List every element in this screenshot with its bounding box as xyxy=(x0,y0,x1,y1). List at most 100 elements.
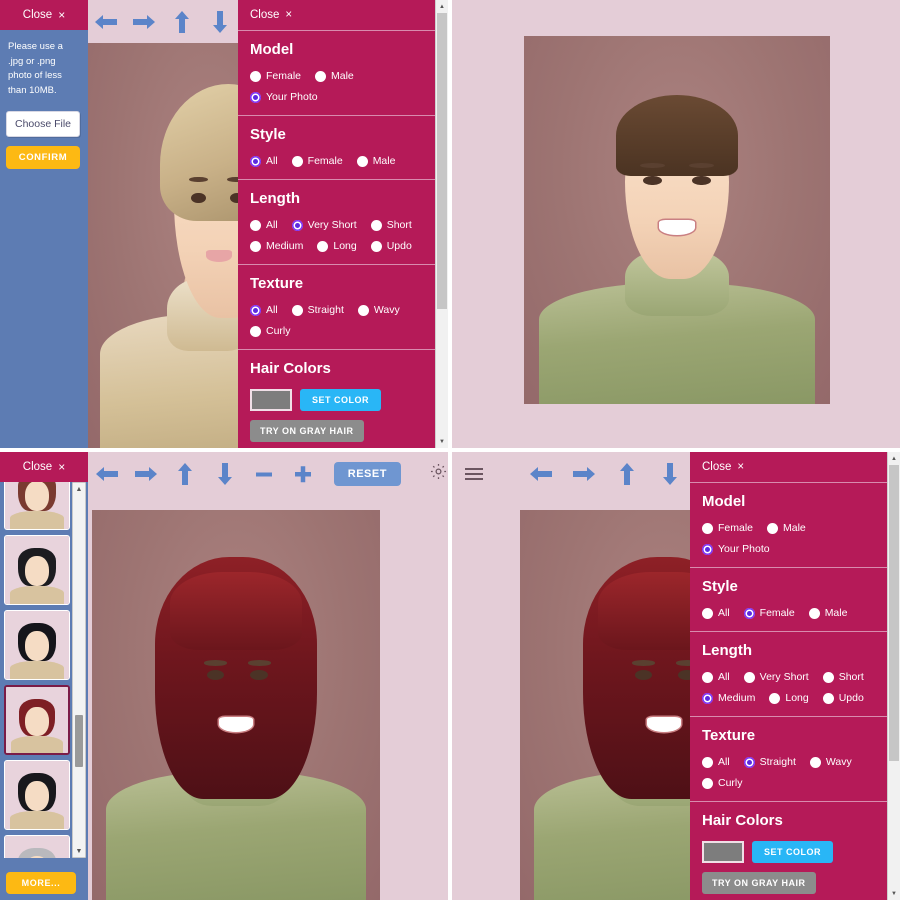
radio-option-length-very-short[interactable]: Very Short xyxy=(743,671,809,683)
radio-option-model-female[interactable]: Female xyxy=(702,522,753,534)
toolbar-bottom-right xyxy=(452,452,690,495)
radio-option-style-female[interactable]: Female xyxy=(743,607,795,619)
choose-file-button[interactable]: Choose File xyxy=(6,110,80,137)
radio-option-length-all[interactable]: All xyxy=(250,219,278,231)
panel-scrollbar[interactable]: ▲ ▼ xyxy=(887,452,900,900)
radio-option-texture-straight[interactable]: Straight xyxy=(743,756,796,768)
radio-icon xyxy=(822,671,834,683)
upload-close-button[interactable]: Close × xyxy=(0,0,88,30)
portrait-hair-bangs xyxy=(169,572,303,651)
try-on-gray-hair-button[interactable]: TRY ON GRAY HAIR xyxy=(702,872,816,894)
radio-option-length-updo[interactable]: Updo xyxy=(822,692,864,704)
list-item-selected[interactable] xyxy=(4,685,70,755)
radio-option-model-female[interactable]: Female xyxy=(250,70,301,82)
scroll-up-arrow-icon[interactable]: ▲ xyxy=(888,452,900,465)
radio-option-length-all[interactable]: All xyxy=(702,671,730,683)
move-down-button[interactable] xyxy=(202,0,238,43)
move-right-button[interactable] xyxy=(564,452,605,495)
radio-option-length-long[interactable]: Long xyxy=(769,692,809,704)
radio-option-length-updo[interactable]: Updo xyxy=(370,240,412,252)
thumbnail-scrollbar[interactable]: ▲ ▼ xyxy=(72,482,86,858)
radio-label: Very Short xyxy=(759,671,809,683)
zoom-in-button[interactable] xyxy=(284,452,321,495)
move-down-button[interactable] xyxy=(206,452,243,495)
gear-icon[interactable] xyxy=(429,462,448,486)
list-item[interactable] xyxy=(4,835,70,858)
radio-option-texture-curly[interactable]: Curly xyxy=(702,777,861,789)
reset-button[interactable]: RESET xyxy=(333,461,401,486)
portrait-eye-right xyxy=(250,669,268,681)
list-item[interactable] xyxy=(4,610,70,680)
portrait-brow-right xyxy=(247,660,271,666)
radio-option-length-short[interactable]: Short xyxy=(370,219,412,231)
radio-icon xyxy=(702,522,713,534)
panel-scrollbar[interactable]: ▲ ▼ xyxy=(435,0,448,448)
thumb-shirt xyxy=(10,735,64,753)
radio-icon xyxy=(702,777,713,789)
move-up-button[interactable] xyxy=(167,452,204,495)
radio-option-length-short[interactable]: Short xyxy=(822,671,864,683)
radio-option-texture-wavy[interactable]: Wavy xyxy=(809,756,852,768)
radio-option-length-long[interactable]: Long xyxy=(317,240,357,252)
scroll-down-arrow-icon[interactable]: ▼ xyxy=(436,435,448,448)
radio-option-texture-wavy[interactable]: Wavy xyxy=(357,304,400,316)
radio-option-style-all[interactable]: All xyxy=(250,155,278,167)
try-on-gray-hair-button[interactable]: TRY ON GRAY HAIR xyxy=(250,420,364,442)
move-left-button[interactable] xyxy=(521,452,562,495)
radio-option-style-male[interactable]: Male xyxy=(808,607,847,619)
radio-option-model-your-photo[interactable]: Your Photo xyxy=(702,543,861,555)
radio-option-style-male[interactable]: Male xyxy=(356,155,395,167)
radio-label: Very Short xyxy=(307,219,357,231)
list-item[interactable] xyxy=(4,535,70,605)
radio-option-length-very-short[interactable]: Very Short xyxy=(291,219,357,231)
scrollbar-thumb[interactable] xyxy=(75,714,83,768)
move-left-button[interactable] xyxy=(88,0,124,43)
scrollbar-thumb[interactable] xyxy=(437,13,447,309)
scrollbar-thumb[interactable] xyxy=(889,465,899,761)
move-left-button[interactable] xyxy=(88,452,125,495)
move-up-button[interactable] xyxy=(164,0,200,43)
radio-option-texture-curly[interactable]: Curly xyxy=(250,325,409,337)
radio-label: Male xyxy=(331,70,354,82)
zoom-out-button[interactable] xyxy=(245,452,282,495)
hair-color-swatch[interactable] xyxy=(250,389,292,411)
radio-label: All xyxy=(266,304,278,316)
radio-option-texture-all[interactable]: All xyxy=(250,304,278,316)
radio-option-model-your-photo[interactable]: Your Photo xyxy=(250,91,409,103)
hair-color-swatch[interactable] xyxy=(702,841,744,863)
scroll-down-arrow-icon[interactable]: ▼ xyxy=(888,887,900,900)
list-item[interactable] xyxy=(4,760,70,830)
radio-option-length-medium[interactable]: Medium xyxy=(702,692,755,704)
move-down-button[interactable] xyxy=(649,452,690,495)
set-color-button[interactable]: SET COLOR xyxy=(752,841,834,863)
set-color-button[interactable]: SET COLOR xyxy=(300,389,382,411)
panel-close-button[interactable]: Close × xyxy=(238,0,435,31)
radio-icon-selected xyxy=(250,155,261,167)
hamburger-icon[interactable] xyxy=(458,452,491,495)
radio-option-texture-straight[interactable]: Straight xyxy=(291,304,344,316)
radio-option-model-male[interactable]: Male xyxy=(315,70,354,82)
quadrant-bottom-right: Close × Model Female Male Your Photo Sty… xyxy=(452,452,900,900)
scroll-up-arrow-icon[interactable]: ▲ xyxy=(436,0,448,13)
radio-option-model-male[interactable]: Male xyxy=(767,522,806,534)
radio-option-texture-all[interactable]: All xyxy=(702,756,730,768)
radio-label: Female xyxy=(266,70,302,82)
move-right-button[interactable] xyxy=(127,452,164,495)
scroll-up-arrow-icon[interactable]: ▲ xyxy=(73,483,85,495)
radio-option-length-medium[interactable]: Medium xyxy=(250,240,303,252)
radio-icon xyxy=(291,155,303,167)
more-button[interactable]: MORE... xyxy=(6,872,76,894)
move-up-button[interactable] xyxy=(606,452,647,495)
move-right-button[interactable] xyxy=(126,0,162,43)
upload-close-label: Close xyxy=(22,9,53,21)
radio-option-style-female[interactable]: Female xyxy=(291,155,343,167)
list-item[interactable] xyxy=(4,482,70,530)
scroll-down-arrow-icon[interactable]: ▼ xyxy=(73,845,85,857)
radio-label: Short xyxy=(386,219,412,231)
radio-icon xyxy=(702,607,713,619)
sidebar-close-button[interactable]: Close × xyxy=(0,452,88,482)
thumb-face xyxy=(24,556,50,587)
radio-option-style-all[interactable]: All xyxy=(702,607,730,619)
confirm-button[interactable]: CONFIRM xyxy=(6,145,80,169)
panel-close-button[interactable]: Close × xyxy=(690,452,887,483)
